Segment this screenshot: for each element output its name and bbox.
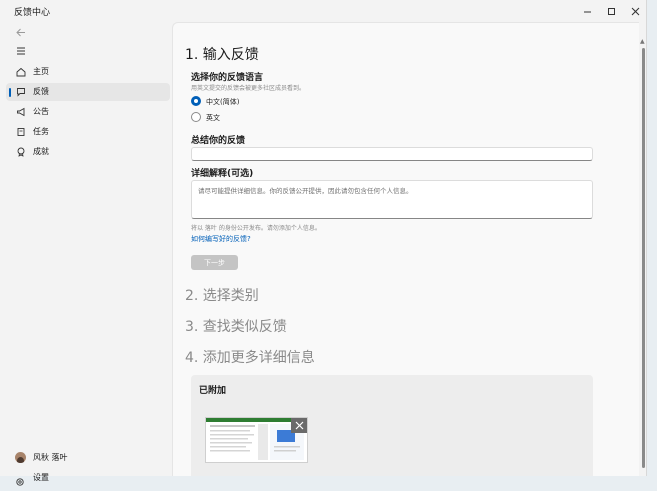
feedback-hub-window: 反馈中心 主页 反馈 公告 任务 成就 风秋 落叶 设置 1. 输入反馈 选择你… — [0, 0, 647, 486]
attached-title: 已附加 — [199, 386, 227, 396]
sidebar-item-achievements[interactable]: 成就 — [6, 143, 170, 161]
language-hint: 用英文提交的反馈会被更多社区成员看到。 — [191, 85, 306, 92]
feedback-icon — [15, 86, 27, 98]
next-button[interactable]: 下一步 — [191, 255, 238, 270]
sidebar-item-home[interactable]: 主页 — [6, 63, 170, 81]
sidebar-item-label: 主页 — [33, 67, 49, 76]
summary-heading: 总结你的反馈 — [191, 136, 246, 146]
sidebar-item-label: 任务 — [33, 127, 49, 136]
details-textarea[interactable]: 请尽可能提供详细信息。你的反馈公开提供，因此请勿包含任何个人信息。 — [191, 180, 593, 219]
app-title: 反馈中心 — [14, 8, 51, 18]
close-icon — [295, 421, 303, 430]
details-placeholder: 请尽可能提供详细信息。你的反馈公开提供，因此请勿包含任何个人信息。 — [198, 187, 413, 195]
back-arrow-icon — [16, 28, 25, 36]
badge-icon — [15, 146, 27, 158]
close-icon — [631, 7, 639, 15]
sidebar-item-label: 成就 — [33, 147, 49, 156]
howto-feedback-link[interactable]: 如何编写好的反馈? — [191, 234, 251, 244]
home-icon — [15, 66, 27, 78]
avatar — [15, 452, 26, 463]
sidebar-item-feedback[interactable]: 反馈 — [6, 83, 170, 101]
user-name: 风秋 落叶 — [33, 453, 68, 462]
hamburger-icon — [17, 47, 25, 55]
step4-title[interactable]: 4. 添加更多详细信息 — [185, 347, 315, 367]
sidebar-item-announcements[interactable]: 公告 — [6, 103, 170, 121]
scroll-up-arrow-icon[interactable]: ▲ — [640, 38, 645, 45]
minimize-icon — [583, 11, 591, 12]
radio-english-label: 英文 — [206, 114, 220, 122]
step3-title[interactable]: 3. 查找类似反馈 — [185, 316, 287, 336]
megaphone-icon — [15, 106, 27, 118]
step1-title: 1. 输入反馈 — [185, 47, 259, 63]
feedback-form-panel: 1. 输入反馈 选择你的反馈语言 用英文提交的反馈会被更多社区成员看到。 中文(… — [172, 22, 639, 476]
back-button[interactable] — [12, 25, 30, 39]
attached-section: 已附加 — [191, 375, 593, 476]
quest-icon — [15, 126, 27, 138]
step2-title[interactable]: 2. 选择类别 — [185, 285, 259, 305]
gear-icon — [15, 472, 25, 491]
vertical-scrollbar[interactable] — [642, 48, 645, 468]
sidebar-item-quests[interactable]: 任务 — [6, 123, 170, 141]
settings-label: 设置 — [33, 473, 49, 482]
details-heading: 详细解释(可选) — [191, 169, 254, 179]
radio-chinese[interactable] — [191, 96, 201, 106]
sidebar-item-label: 公告 — [33, 107, 49, 116]
selection-indicator — [9, 88, 11, 97]
user-profile-button[interactable]: 风秋 落叶 — [6, 449, 170, 467]
language-heading: 选择你的反馈语言 — [191, 73, 264, 83]
maximize-icon — [607, 7, 615, 15]
radio-chinese-label: 中文(简体) — [206, 98, 240, 106]
menu-toggle-button[interactable] — [12, 44, 30, 58]
close-button[interactable] — [621, 0, 649, 22]
remove-attachment-button[interactable] — [291, 418, 307, 433]
sidebar: 主页 反馈 公告 任务 成就 风秋 落叶 设置 — [0, 22, 172, 486]
public-post-hint: 将以 落叶 的身份公开发布。请勿添加个人信息。 — [191, 225, 321, 232]
settings-button[interactable]: 设置 — [6, 469, 170, 487]
sidebar-item-label: 反馈 — [33, 87, 49, 96]
title-bar: 反馈中心 — [0, 0, 647, 22]
summary-input[interactable] — [191, 147, 593, 161]
radio-english[interactable] — [191, 112, 201, 122]
